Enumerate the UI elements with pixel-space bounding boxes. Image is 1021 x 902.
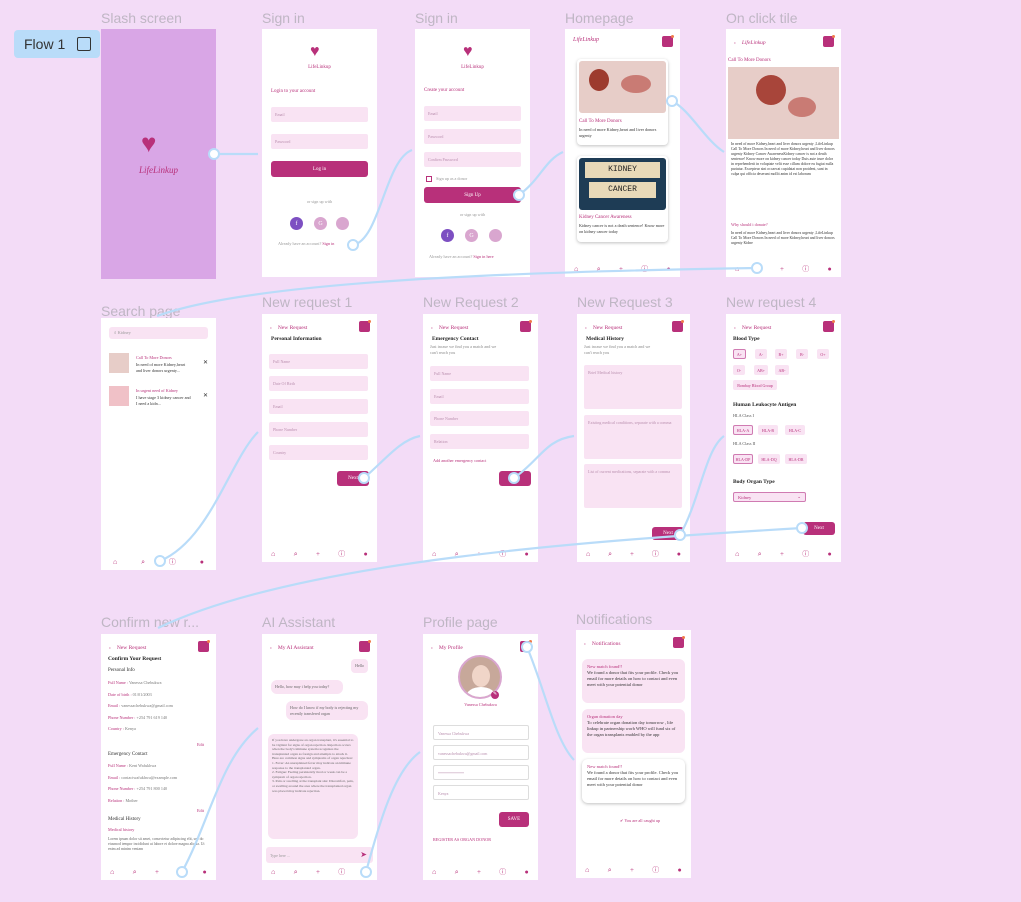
connector-line [352,148,413,247]
connector-handle [521,641,533,653]
connector-line [518,150,564,196]
connector-line [679,435,725,536]
connector-line [364,751,421,873]
connector-handle [796,522,808,534]
connector-line [671,100,725,153]
connector-handle [508,472,520,484]
connector-handle [360,866,372,878]
connector-line [159,431,259,563]
connector-line [513,434,575,479]
connector-handle [358,472,370,484]
connector-line [181,727,259,873]
connector-line [156,266,758,318]
connector-handle [666,95,678,107]
connector-handle [176,866,188,878]
connector-line [157,526,803,629]
connector-line [363,434,421,479]
connector-handle [751,262,763,274]
connector-handle [154,555,166,567]
connector-handle [513,189,525,201]
connector-handle [347,239,359,251]
prototype-connectors [154,95,808,878]
connector-line [525,646,575,761]
connector-handle [208,148,220,160]
connector-handle [674,529,686,541]
